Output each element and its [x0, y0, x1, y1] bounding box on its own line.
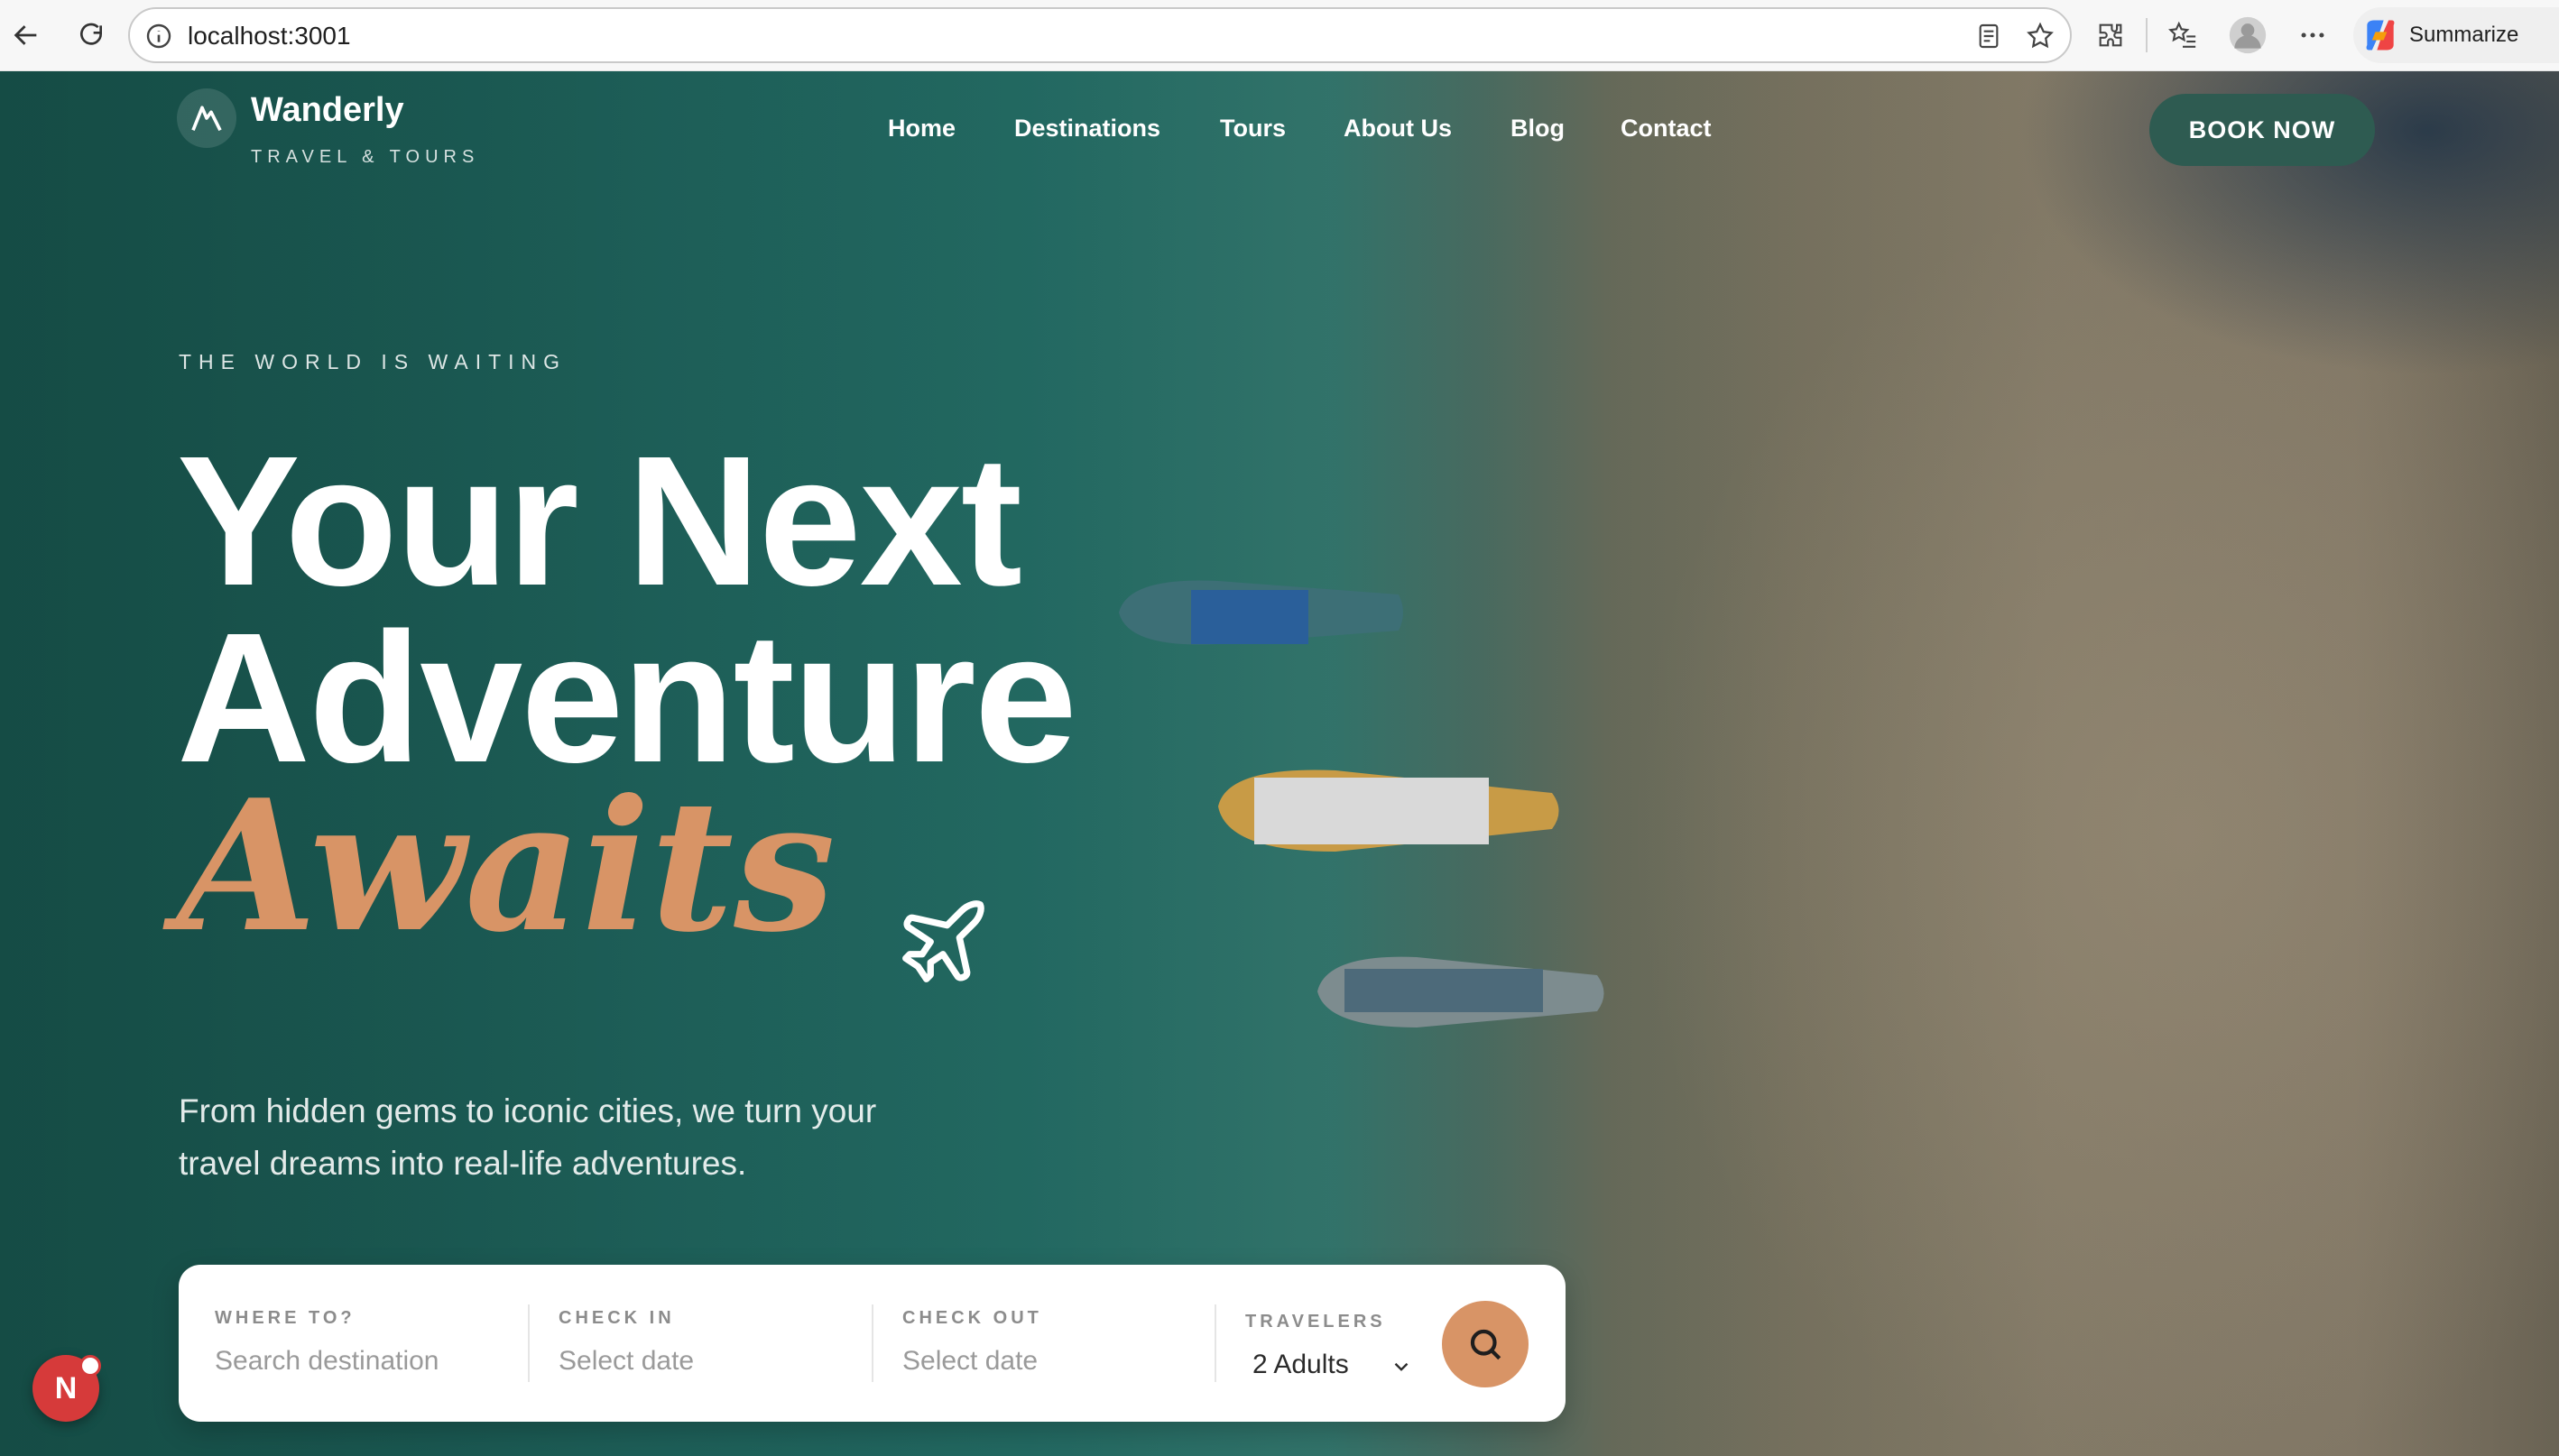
summarize-label: Summarize — [2409, 23, 2519, 47]
hero-subtitle: From hidden gems to iconic cities, we tu… — [179, 1092, 877, 1182]
search-icon — [1470, 1329, 1501, 1360]
more-dots-icon — [2301, 32, 2324, 38]
avatar-icon — [2229, 16, 2267, 54]
favorites-list-icon — [2168, 21, 2196, 48]
boat-image — [1119, 580, 1403, 645]
profile-button[interactable] — [2227, 14, 2268, 56]
nav-about-us[interactable]: About Us — [1344, 115, 1452, 143]
toolbar-divider — [2146, 18, 2148, 52]
destination-input[interactable]: Search destination — [215, 1346, 439, 1377]
address-bar[interactable]: localhost:3001 — [128, 7, 2072, 63]
info-icon — [146, 23, 171, 49]
search-card: WHERE TO? Search destination CHECK IN Se… — [179, 1265, 1566, 1422]
check-in-field[interactable]: CHECK IN Select date — [559, 1265, 856, 1422]
hero-eyebrow: THE WORLD IS WAITING — [179, 350, 568, 373]
where-label: WHERE TO? — [215, 1308, 356, 1328]
back-button[interactable] — [4, 13, 49, 58]
browser-toolbar: localhost:3001 Summarize — [0, 0, 2559, 71]
mountain-icon — [191, 106, 222, 132]
reload-button[interactable] — [69, 13, 114, 58]
check-out-input[interactable]: Select date — [902, 1346, 1038, 1377]
field-divider — [1215, 1304, 1216, 1382]
nav-destinations[interactable]: Destinations — [1014, 115, 1160, 143]
field-divider — [872, 1304, 873, 1382]
back-arrow-icon — [14, 25, 37, 45]
puzzle-icon — [2099, 23, 2122, 47]
nav-tours[interactable]: Tours — [1220, 115, 1286, 143]
url-text: localhost:3001 — [188, 22, 351, 50]
reader-mode-icon[interactable] — [1974, 21, 2003, 51]
brand-tagline: TRAVEL & TOURS — [251, 147, 480, 167]
check-in-input[interactable]: Select date — [559, 1346, 694, 1377]
reload-icon — [80, 23, 102, 45]
travelers-field[interactable]: TRAVELERS 2 Adults — [1245, 1265, 1426, 1422]
favorites-button[interactable] — [2162, 14, 2203, 56]
hero-section: Wanderly TRAVEL & TOURS Home Destination… — [0, 71, 2559, 1456]
field-divider — [528, 1304, 530, 1382]
travelers-select[interactable]: 2 Adults — [1252, 1350, 1349, 1380]
search-button[interactable] — [1442, 1301, 1529, 1387]
favorite-star-icon[interactable] — [2025, 21, 2056, 51]
nav-contact[interactable]: Contact — [1621, 115, 1712, 143]
check-out-label: CHECK OUT — [902, 1308, 1042, 1328]
travelers-label: TRAVELERS — [1245, 1312, 1386, 1332]
extensions-button[interactable] — [2090, 14, 2131, 56]
chevron-down-icon — [1394, 1362, 1409, 1371]
book-now-button[interactable]: BOOK NOW — [2149, 94, 2375, 166]
brand-name[interactable]: Wanderly — [251, 91, 404, 130]
summarize-button[interactable]: Summarize — [2353, 7, 2559, 63]
nav-blog[interactable]: Blog — [1510, 115, 1565, 143]
check-in-label: CHECK IN — [559, 1308, 675, 1328]
more-menu-button[interactable] — [2292, 14, 2333, 56]
hero-title-line-1: Your Next — [177, 418, 1022, 624]
logo[interactable] — [177, 88, 236, 148]
status-dot — [79, 1355, 101, 1377]
nav-home[interactable]: Home — [888, 115, 956, 143]
hero-title-accent: Awaits — [177, 760, 836, 972]
check-out-field[interactable]: CHECK OUT Select date — [902, 1265, 1200, 1422]
copilot-icon — [2366, 20, 2395, 51]
boat-image — [1218, 769, 1559, 852]
airplane-icon — [902, 900, 984, 982]
boat-image — [1317, 956, 1604, 1027]
where-field[interactable]: WHERE TO? Search destination — [215, 1265, 513, 1422]
